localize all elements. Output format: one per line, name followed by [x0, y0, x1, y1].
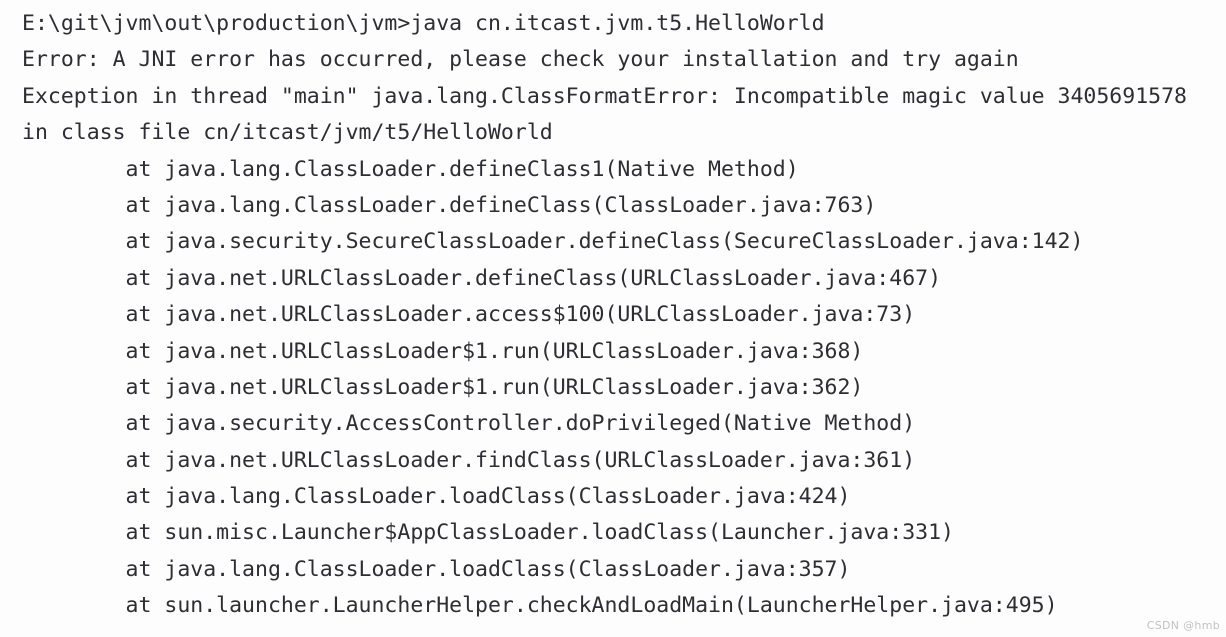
console-line: at java.net.URLClassLoader$1.run(URLClas…	[22, 338, 864, 364]
console-line: at java.security.AccessController.doPriv…	[22, 411, 916, 437]
console-line: at java.net.URLClassLoader.access$100(UR…	[22, 302, 916, 328]
console-line: at java.security.SecureClassLoader.defin…	[22, 229, 1084, 255]
console-line: at java.lang.ClassLoader.defineClass1(Na…	[22, 156, 799, 182]
console-line: at sun.misc.Launcher$AppClassLoader.load…	[22, 520, 954, 546]
console-line: at java.net.URLClassLoader.defineClass(U…	[22, 265, 942, 291]
console-line: at java.net.URLClassLoader.findClass(URL…	[22, 447, 916, 473]
console-line: at sun.launcher.LauncherHelper.checkAndL…	[22, 593, 1058, 619]
console-line: E:\git\jvm\out\production\jvm>java cn.it…	[22, 11, 825, 36]
console-line: Exception in thread "main" java.lang.Cla…	[22, 83, 1187, 109]
console-line: at java.net.URLClassLoader$1.run(URLClas…	[22, 374, 864, 400]
console-line: in class file cn/itcast/jvm/t5/HelloWorl…	[22, 120, 553, 146]
console-line: at java.lang.ClassLoader.defineClass(Cla…	[22, 192, 877, 218]
console-line: at java.lang.ClassLoader.loadClass(Class…	[22, 556, 851, 582]
console-window[interactable]: E:\git\jvm\out\production\jvm>java cn.it…	[0, 0, 1226, 637]
console-line: Error: A JNI error has occurred, please …	[22, 47, 1019, 73]
watermark: CSDN @hmb	[1146, 619, 1220, 632]
console-output: E:\git\jvm\out\production\jvm>java cn.it…	[0, 0, 1226, 625]
console-line: at java.lang.ClassLoader.loadClass(Class…	[22, 484, 851, 510]
